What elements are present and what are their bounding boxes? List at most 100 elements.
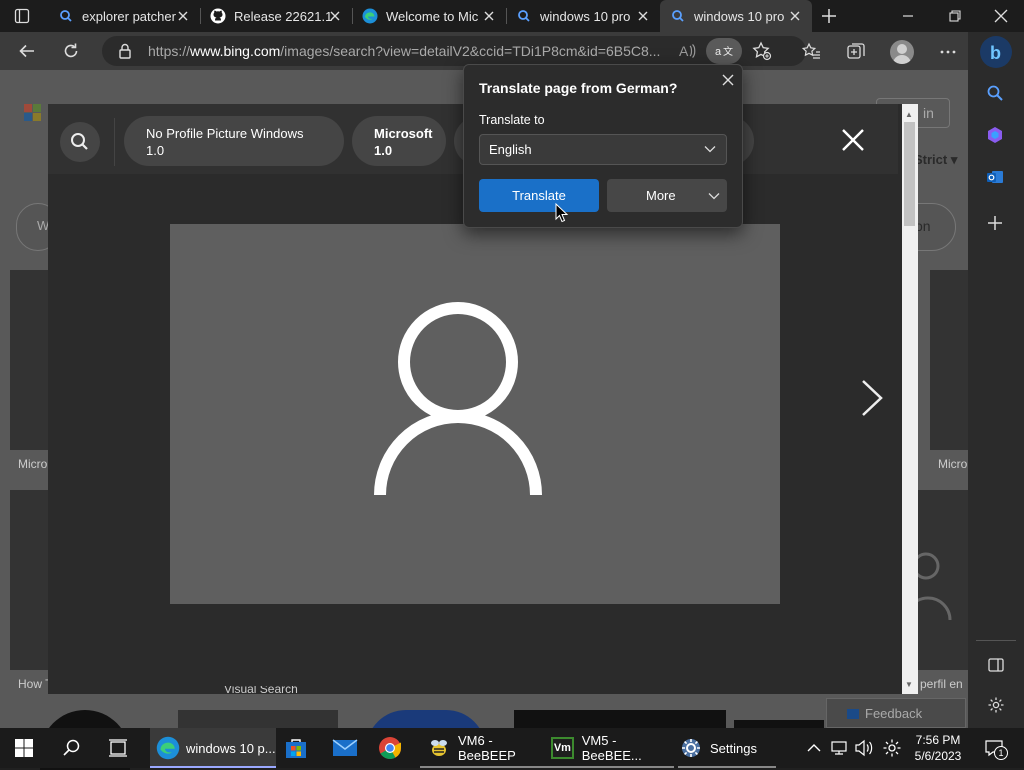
beebeep-icon [428, 737, 450, 759]
network-icon[interactable] [830, 738, 850, 758]
taskbar-app-vm5[interactable]: Vm VM5 - BeeBEE... [548, 728, 674, 768]
related-search-pill[interactable]: No Profile Picture Windows 1.0 [124, 116, 344, 166]
svg-text:a: a [715, 46, 722, 58]
url-text: https://www.bing.com/images/search?view=… [148, 43, 661, 59]
close-icon[interactable] [176, 9, 190, 23]
search-icon [670, 8, 686, 24]
close-icon[interactable] [328, 9, 342, 23]
new-tab-icon[interactable] [820, 7, 838, 25]
popup-title: Translate page from German? [479, 80, 678, 96]
taskbar-app-edge[interactable]: windows 10 p... [150, 728, 276, 768]
scrollbar[interactable]: ▲ ▼ [902, 104, 918, 694]
action-bar: Visual Search [224, 686, 298, 694]
copilot-icon[interactable] [986, 126, 1004, 144]
search-icon[interactable] [62, 738, 82, 758]
translate-icon[interactable]: a文 [706, 38, 742, 64]
taskbar-app-mail[interactable] [332, 728, 362, 768]
task-view-icon[interactable] [108, 738, 128, 758]
back-icon[interactable] [18, 42, 36, 60]
search-icon [516, 8, 532, 24]
taskbar-app-vm6[interactable]: VM6 - BeeBEEP [420, 728, 552, 768]
taskbar-app-settings[interactable]: Settings [678, 728, 776, 768]
image-thumb[interactable] [930, 270, 968, 450]
image-thumb[interactable] [10, 270, 48, 450]
taskbar-app-label: windows 10 p... [186, 740, 276, 756]
tab-windows-10-pro-active[interactable]: windows 10 pro [660, 0, 812, 32]
tab-title: Welcome to Mic [386, 8, 479, 24]
read-aloud-icon[interactable]: A [678, 42, 696, 60]
taskbar-app-chrome[interactable] [378, 728, 408, 768]
more-button[interactable]: More [607, 179, 727, 212]
edge-sidebar: b [968, 32, 1024, 728]
favorites-icon[interactable] [802, 42, 822, 62]
profile-avatar[interactable] [890, 40, 914, 64]
tab-explorer-patcher[interactable]: explorer patcher [48, 0, 200, 32]
image-caption: Micro [938, 457, 968, 471]
add-icon[interactable] [986, 214, 1004, 232]
restore-icon[interactable] [947, 8, 963, 24]
chevron-up-icon[interactable] [806, 740, 822, 756]
bing-chat-icon[interactable]: b [980, 36, 1012, 68]
collections-icon[interactable] [846, 42, 866, 62]
image-thumb[interactable] [178, 710, 338, 730]
tab-actions-icon[interactable] [14, 8, 30, 24]
close-icon[interactable] [788, 9, 802, 23]
tab-windows-10-pro[interactable]: windows 10 pro [506, 0, 660, 32]
chrome-icon [378, 736, 402, 760]
close-icon[interactable] [636, 9, 650, 23]
minimize-icon[interactable] [900, 8, 916, 24]
edge-icon [156, 736, 180, 760]
clock-date: 5/6/2023 [914, 749, 962, 763]
chevron-down-icon [708, 192, 720, 200]
more-menu-icon[interactable] [938, 42, 958, 62]
favorite-star-icon[interactable] [752, 41, 772, 61]
translate-popup: Translate page from German? Translate to… [463, 64, 743, 228]
image-thumb[interactable] [514, 710, 726, 730]
notification-icon[interactable]: 1 [984, 738, 1008, 760]
close-window-icon[interactable] [993, 8, 1009, 24]
address-bar[interactable]: https://www.bing.com/images/search?view=… [102, 36, 806, 66]
chevron-down-icon [704, 145, 716, 153]
refresh-icon[interactable] [62, 42, 80, 60]
taskbar-app-store[interactable] [284, 728, 314, 768]
volume-icon[interactable] [854, 738, 874, 758]
start-icon[interactable] [15, 739, 33, 757]
taskbar-app-label: Settings [710, 740, 757, 756]
default-profile-icon [374, 302, 542, 496]
gear-icon[interactable] [987, 696, 1005, 714]
image-preview[interactable] [170, 224, 780, 604]
outlook-icon[interactable] [986, 168, 1004, 186]
mouse-cursor-icon [555, 203, 569, 223]
image-thumb[interactable] [10, 490, 48, 670]
feedback-button[interactable]: Feedback [826, 698, 966, 728]
scrollbar-thumb[interactable] [904, 122, 915, 226]
close-icon[interactable] [482, 9, 496, 23]
taskbar-app-label: VM6 - BeeBEEP [458, 733, 516, 763]
selected-language: English [489, 142, 532, 157]
lock-icon[interactable] [118, 43, 132, 59]
settings-icon [680, 737, 702, 759]
translate-button[interactable]: Translate [479, 179, 599, 212]
tab-strip: explorer patcher Release 22621.1 Welcome… [0, 0, 1024, 32]
search-icon[interactable] [986, 84, 1004, 102]
feedback-icon [847, 709, 859, 719]
search-icon[interactable] [60, 122, 100, 162]
tab-welcome[interactable]: Welcome to Mic [352, 0, 506, 32]
search-icon [58, 8, 74, 24]
tab-release[interactable]: Release 22621.1 [200, 0, 352, 32]
clock[interactable]: 7:56 PM 5/6/2023 [904, 732, 972, 764]
language-select[interactable]: English [479, 134, 727, 165]
microsoft-logo [24, 104, 42, 122]
vmware-icon: Vm [551, 737, 574, 759]
safe-search-label[interactable]: Strict ▾ [914, 152, 957, 168]
github-icon [210, 8, 226, 24]
sidebar-panel-icon[interactable] [987, 656, 1005, 674]
image-caption: perfil en [920, 677, 963, 691]
taskbar-app-label: VM5 - BeeBEE... [581, 733, 642, 763]
close-overlay-icon[interactable] [840, 127, 866, 153]
close-icon[interactable] [721, 73, 735, 87]
next-image-icon[interactable] [860, 378, 884, 418]
related-search-pill[interactable]: Microsoft 1.0 [352, 116, 446, 166]
gear-icon[interactable] [882, 738, 902, 758]
image-thumb[interactable] [918, 490, 968, 670]
